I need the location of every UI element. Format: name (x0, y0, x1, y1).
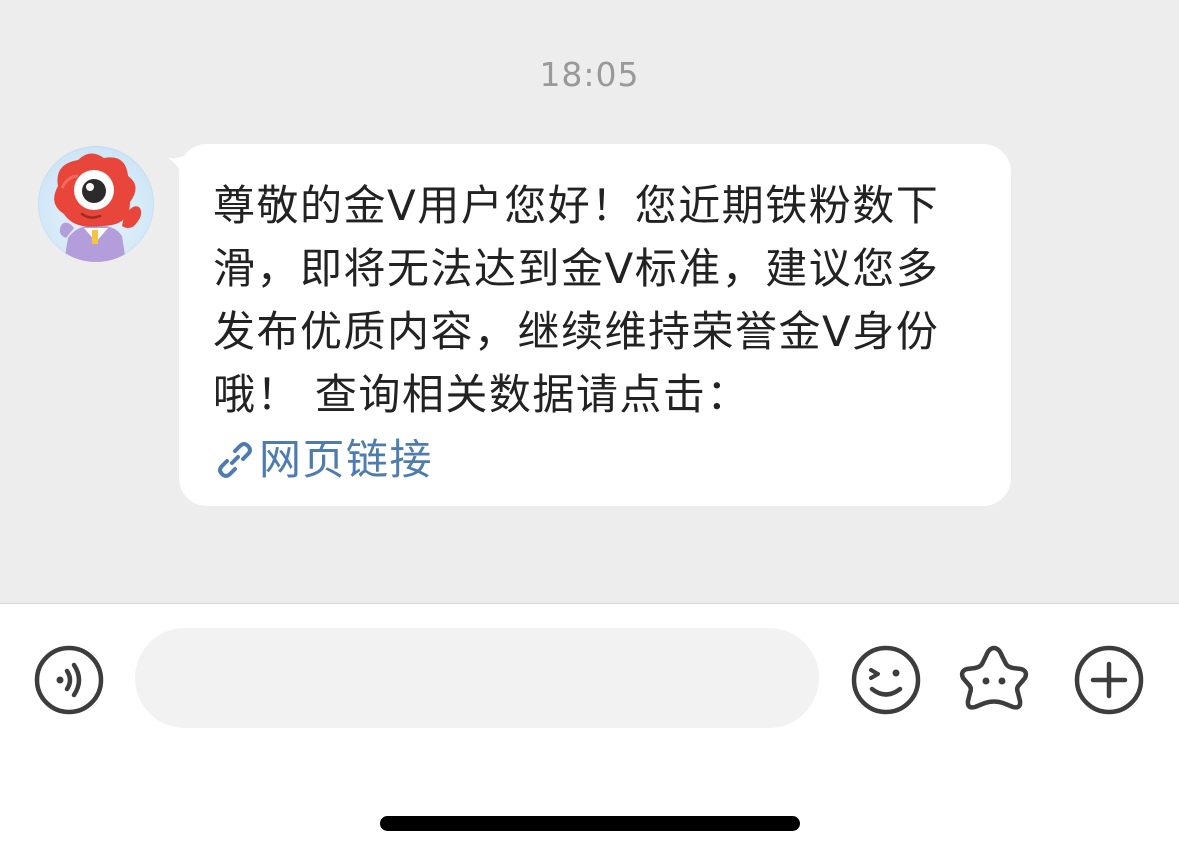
input-bar (0, 604, 1179, 754)
message-bubble[interactable]: 尊敬的金V用户您好！您近期铁粉数下滑，即将无法达到金V标准，建议您多发布优质内容… (179, 144, 1011, 506)
plus-icon (1074, 645, 1144, 715)
message-text: 尊敬的金V用户您好！您近期铁粉数下滑，即将无法达到金V标准，建议您多发布优质内容… (213, 181, 940, 419)
chat-area[interactable]: 18:05 尊敬的金V用户您好！您近期铁粉数下滑，即将无法达到金V标准，建议您多… (0, 0, 1179, 603)
web-link-label[interactable]: 网页链接 (259, 428, 433, 491)
weibo-mascot-icon (54, 153, 142, 262)
more-button[interactable] (1073, 644, 1145, 716)
emoji-icon (851, 645, 921, 715)
web-link[interactable]: 网页链接 (213, 428, 981, 491)
sender-avatar[interactable] (38, 146, 154, 262)
home-indicator[interactable] (380, 816, 800, 831)
sticker-icon (959, 645, 1029, 710)
message-timestamp: 18:05 (539, 55, 640, 94)
voice-icon (34, 645, 104, 715)
emoji-button[interactable] (850, 644, 922, 716)
message-input[interactable] (135, 628, 819, 728)
link-icon (218, 441, 252, 478)
voice-button[interactable] (33, 644, 105, 716)
sticker-button[interactable] (957, 642, 1029, 714)
